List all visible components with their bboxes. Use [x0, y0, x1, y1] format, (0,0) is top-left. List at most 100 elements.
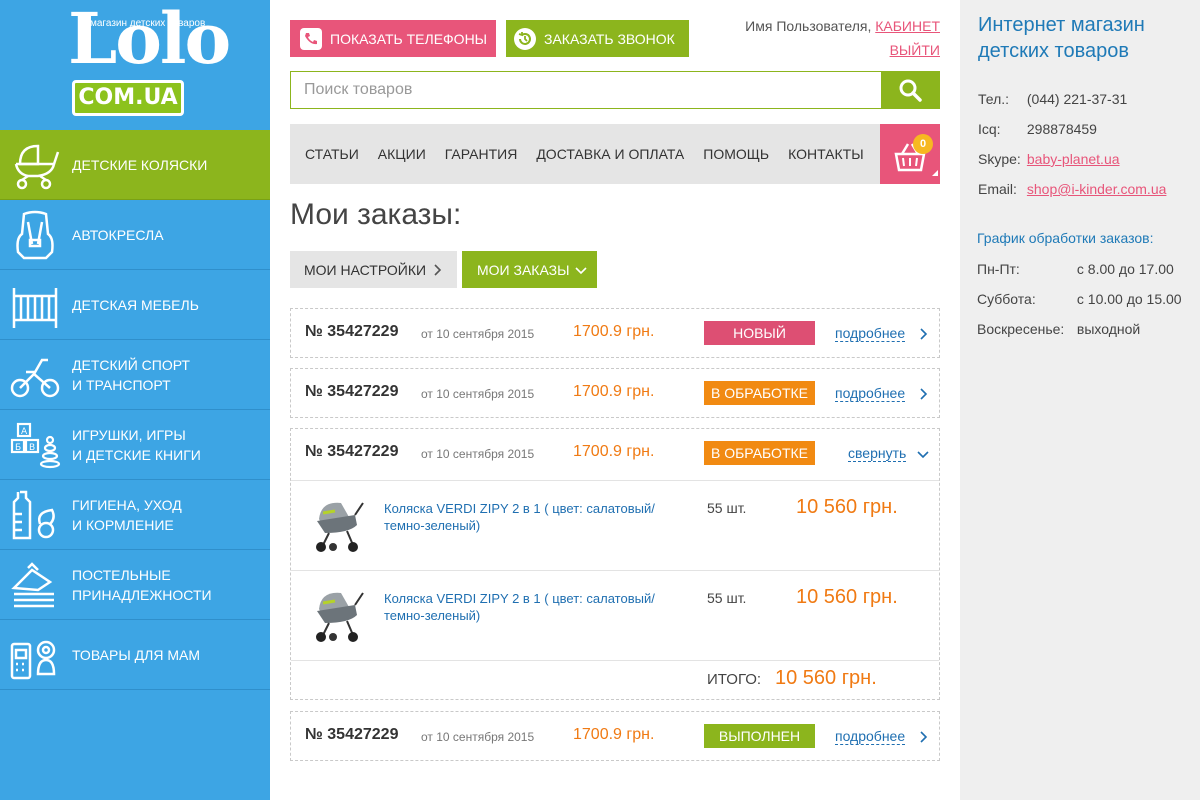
show-phones-button[interactable]: ПОКАЗАТЬ ТЕЛЕФОНЫ — [290, 20, 496, 57]
logo-brand: Lolo — [68, 0, 231, 80]
schedule-time: с 8.00 до 17.00 — [1076, 261, 1174, 277]
schedule-time: выходной — [1076, 321, 1141, 337]
schedule-row: Суббота: с 10.00 до 15.00 — [977, 291, 1182, 307]
order-date: от 10 сентября 2015 — [421, 447, 535, 461]
order-sum: 1700.9 грн. — [573, 726, 655, 743]
contact-skype: Skype: baby-planet.ua — [978, 151, 1120, 167]
category-item-furniture[interactable]: ДЕТСКАЯ МЕБЕЛЬ — [0, 270, 270, 340]
schedule-day: Пн-Пт: — [977, 261, 1020, 277]
order-number: № 35427229 — [305, 726, 399, 743]
contact-icq: Icq: 298878459 — [978, 121, 1097, 137]
baby-bottle-icon — [12, 490, 55, 540]
category-sidebar: Lolo магазин детских товаров COM.UA ДЕТС… — [0, 0, 270, 800]
order-details-link[interactable]: подробнее — [835, 385, 906, 402]
order-item: Коляска VERDI ZIPY 2 в 1 ( цвет: салатов… — [291, 571, 939, 661]
nav-warranty[interactable]: ГАРАНТИЯ — [445, 146, 518, 162]
tab-my-settings[interactable]: МОИ НАСТРОЙКИ — [290, 251, 457, 288]
order-header: № 35427229 от 10 сентября 2015 1700.9 гр… — [291, 429, 939, 480]
item-name-link[interactable]: Коляска VERDI ZIPY 2 в 1 ( цвет: салатов… — [384, 500, 684, 534]
nav-articles[interactable]: СТАТЬИ — [305, 146, 359, 162]
order-header: № 35427229 от 10 сентября 2015 1700.9 гр… — [291, 712, 939, 760]
cart-count-badge: 0 — [913, 134, 933, 154]
schedule-day: Воскресенье: — [977, 321, 1065, 337]
logout-link[interactable]: ВЫЙТИ — [890, 42, 940, 58]
store-title: Интернет магазин детских товаров — [978, 14, 1145, 62]
item-name-link[interactable]: Коляска VERDI ZIPY 2 в 1 ( цвет: салатов… — [384, 590, 684, 624]
category-item-sport-transport[interactable]: ДЕТСКИЙ СПОРТ И ТРАНСПОРТ — [0, 340, 270, 410]
contact-key: Icq: — [978, 121, 1001, 137]
cart-button[interactable]: 0 — [880, 124, 940, 184]
status-badge: ВЫПОЛНЕН — [704, 724, 815, 748]
site-logo[interactable]: Lolo магазин детских товаров COM.UA — [0, 0, 270, 130]
order-items: Коляска VERDI ZIPY 2 в 1 ( цвет: салатов… — [291, 480, 939, 699]
stroller-icon — [14, 144, 60, 190]
search-bar — [290, 71, 940, 109]
show-phones-label: ПОКАЗАТЬ ТЕЛЕФОНЫ — [330, 30, 488, 47]
nav-promotions[interactable]: АКЦИИ — [378, 146, 426, 162]
order-number: № 35427229 — [305, 443, 399, 460]
item-quantity: 55 шт. — [707, 590, 747, 606]
order-total: ИТОГО: 10 560 грн. — [291, 661, 939, 699]
category-item-for-moms[interactable]: ТОВАРЫ ДЛЯ МАМ — [0, 620, 270, 690]
nav-contacts[interactable]: КОНТАКТЫ — [788, 146, 864, 162]
category-item-hygiene[interactable]: ГИГИЕНА, УХОД И КОРМЛЕНИЕ — [0, 480, 270, 550]
chevron-right-icon — [920, 328, 928, 340]
category-label: ДЕТСКИЕ КОЛЯСКИ — [72, 156, 208, 173]
logo-domain: COM.UA — [72, 80, 184, 116]
stroller-product-image[interactable] — [309, 583, 365, 645]
order-details-link[interactable]: подробнее — [835, 325, 906, 342]
callback-icon — [514, 27, 536, 50]
schedule-title: График обработки заказов: — [977, 230, 1154, 246]
search-button[interactable] — [881, 72, 939, 108]
order-header: № 35427229 от 10 сентября 2015 1700.9 гр… — [291, 369, 939, 417]
order-date: от 10 сентября 2015 — [421, 387, 535, 401]
category-item-bedding[interactable]: ПОСТЕЛЬНЫЕ ПРИНАДЛЕЖНОСТИ — [0, 550, 270, 620]
email-link[interactable]: shop@i-kinder.com.ua — [1027, 181, 1167, 197]
category-item-car-seats[interactable]: АВТОКРЕСЛА — [0, 200, 270, 270]
main-content: ПОКАЗАТЬ ТЕЛЕФОНЫ ЗАКАЗАТЬ ЗВОНОК Имя По… — [290, 0, 940, 800]
contact-key: Email: — [978, 181, 1017, 197]
logo-tagline: магазин детских товаров — [90, 18, 206, 29]
category-label: ГИГИЕНА, УХОД И КОРМЛЕНИЕ — [72, 496, 182, 533]
skype-link[interactable]: baby-planet.ua — [1027, 151, 1120, 167]
order-call-button[interactable]: ЗАКАЗАТЬ ЗВОНОК — [506, 20, 689, 57]
search-icon — [899, 79, 922, 102]
category-label: ИГРУШКИ, ИГРЫ И ДЕТСКИЕ КНИГИ — [72, 426, 201, 463]
status-badge: В ОБРАБОТКЕ — [704, 381, 815, 405]
contact-value: 298878459 — [1026, 121, 1097, 137]
tab-my-settings-label: МОИ НАСТРОЙКИ — [304, 261, 427, 278]
chevron-down-icon — [575, 266, 588, 274]
order-collapse-link[interactable]: свернуть — [848, 445, 907, 462]
contact-value: (044) 221-37-31 — [1026, 91, 1128, 107]
baby-monitor-icon — [10, 640, 56, 680]
basket-icon — [894, 143, 938, 176]
search-input[interactable] — [291, 72, 881, 108]
stroller-product-image[interactable] — [309, 493, 365, 555]
order-card: № 35427229 от 10 сентября 2015 1700.9 гр… — [290, 711, 940, 761]
total-label: ИТОГО: — [707, 671, 762, 688]
category-item-toys[interactable]: А Б В ИГРУШКИ, ИГРЫ И ДЕТСКИЕ КНИГИ — [0, 410, 270, 480]
nav-delivery-payment[interactable]: ДОСТАВКА И ОПЛАТА — [536, 146, 684, 162]
cabinet-link[interactable]: КАБИНЕТ — [875, 18, 940, 34]
crib-icon — [12, 288, 58, 328]
order-number: № 35427229 — [305, 323, 399, 340]
category-label: ДЕТСКАЯ МЕБЕЛЬ — [72, 296, 199, 313]
bedding-icon — [11, 562, 54, 608]
category-label: ДЕТСКИЙ СПОРТ И ТРАНСПОРТ — [72, 356, 190, 393]
category-list: ДЕТСКИЕ КОЛЯСКИ АВТОКРЕСЛА ДЕТСКАЯ МЕБЕЛ… — [0, 130, 270, 690]
category-item-strollers[interactable]: ДЕТСКИЕ КОЛЯСКИ — [0, 130, 270, 200]
tab-my-orders-label: МОИ ЗАКАЗЫ — [477, 261, 570, 278]
contact-key: Тел.: — [978, 91, 1010, 107]
order-sum: 1700.9 грн. — [573, 383, 655, 400]
nav-help[interactable]: ПОМОЩЬ — [703, 146, 769, 162]
chevron-right-icon — [920, 388, 928, 400]
tab-my-orders[interactable]: МОИ ЗАКАЗЫ — [462, 251, 597, 288]
phone-icon — [300, 27, 322, 50]
chevron-right-icon — [434, 263, 442, 276]
order-item: Коляска VERDI ZIPY 2 в 1 ( цвет: салатов… — [291, 481, 939, 571]
order-details-link[interactable]: подробнее — [835, 728, 906, 745]
category-label: АВТОКРЕСЛА — [72, 226, 164, 243]
car-seat-icon — [16, 210, 54, 260]
order-card: № 35427229 от 10 сентября 2015 1700.9 гр… — [290, 368, 940, 418]
order-sum: 1700.9 грн. — [573, 323, 655, 340]
